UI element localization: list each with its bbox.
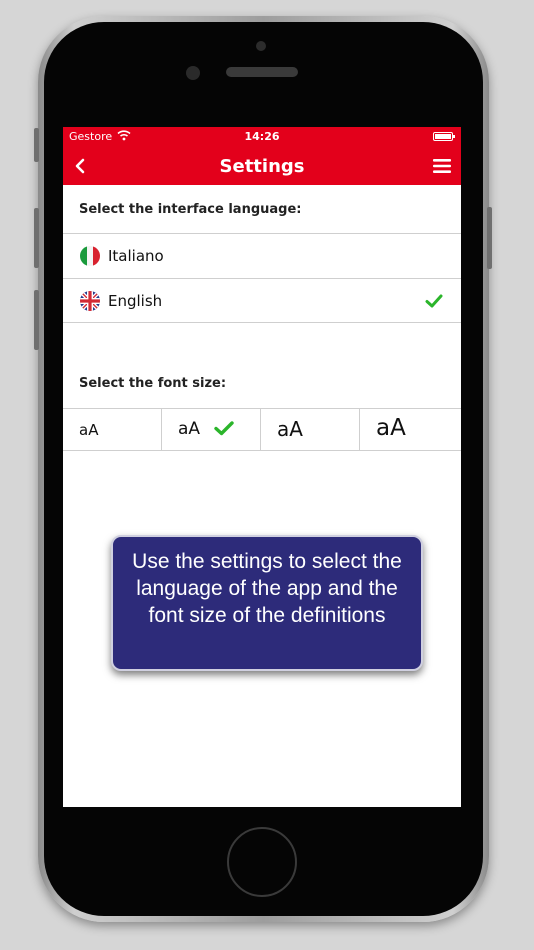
font-size-selector: aA aA aA aA bbox=[63, 408, 461, 451]
nav-bar: Settings bbox=[63, 147, 461, 185]
font-size-option-medium[interactable]: aA bbox=[162, 409, 261, 450]
font-size-sample: aA bbox=[277, 417, 303, 441]
power-button bbox=[487, 207, 492, 269]
status-bar: Gestore 14:26 bbox=[63, 127, 461, 147]
font-size-option-small[interactable]: aA bbox=[63, 409, 162, 450]
hamburger-menu-icon[interactable] bbox=[433, 158, 451, 174]
language-label: Italiano bbox=[108, 247, 164, 265]
front-camera bbox=[186, 66, 200, 80]
proximity-sensor bbox=[256, 41, 266, 51]
font-size-sample: aA bbox=[376, 415, 406, 441]
checkmark-icon bbox=[425, 294, 443, 308]
language-option-english[interactable]: English bbox=[63, 278, 461, 323]
battery-icon bbox=[433, 132, 455, 141]
font-size-option-large[interactable]: aA bbox=[261, 409, 360, 450]
mute-switch bbox=[34, 290, 39, 350]
language-label: English bbox=[108, 292, 163, 310]
status-time: 14:26 bbox=[244, 130, 280, 143]
volume-up-button bbox=[34, 128, 39, 162]
home-button[interactable] bbox=[227, 827, 297, 897]
tutorial-tooltip: Use the settings to select the language … bbox=[111, 535, 423, 671]
font-size-option-xlarge[interactable]: aA bbox=[360, 409, 461, 450]
uk-flag-icon bbox=[80, 291, 100, 311]
font-size-sample: aA bbox=[79, 421, 99, 439]
font-size-section-label: Select the font size: bbox=[79, 376, 227, 391]
language-option-italiano[interactable]: Italiano bbox=[63, 233, 461, 278]
font-size-sample: aA bbox=[178, 419, 201, 439]
app-screen: Gestore 14:26 Settings Select the interf… bbox=[63, 127, 461, 807]
volume-down-button bbox=[34, 208, 39, 268]
italy-flag-icon bbox=[80, 246, 100, 266]
checkmark-icon bbox=[214, 421, 234, 436]
earpiece-speaker bbox=[226, 67, 298, 77]
language-section-label: Select the interface language: bbox=[79, 202, 302, 217]
page-title: Settings bbox=[219, 156, 305, 177]
